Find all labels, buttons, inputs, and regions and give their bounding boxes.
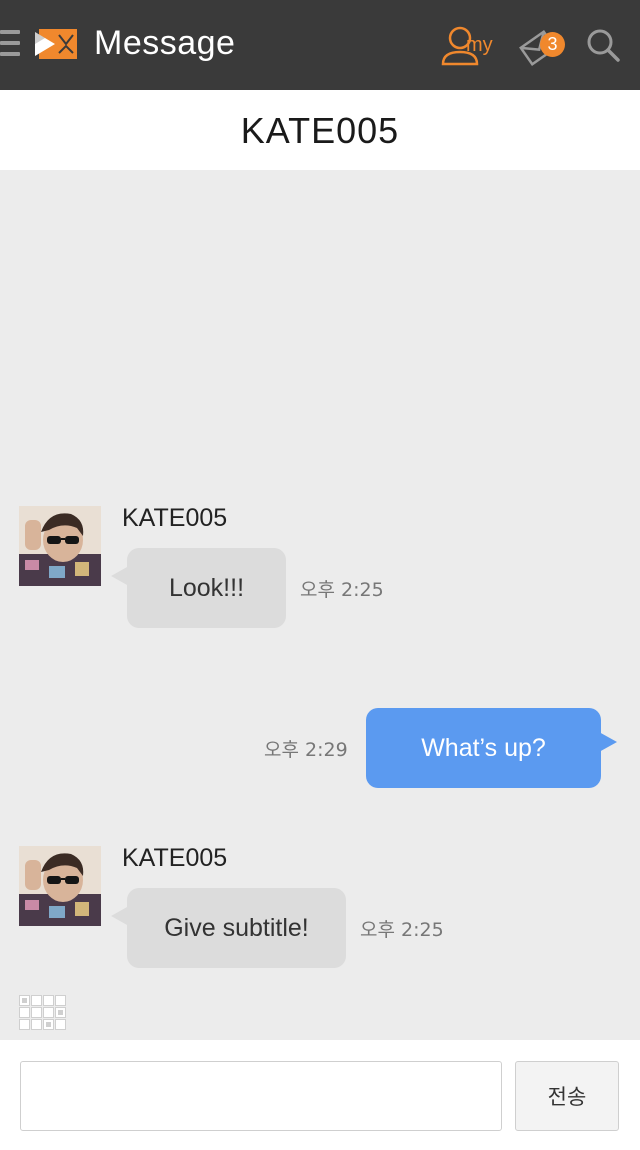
sender-name: KATE005 [122,504,228,532]
avatar-photo-icon [19,846,101,926]
emoticon-grid-icon[interactable] [19,995,67,1031]
chat-header: KATE005 [0,90,640,170]
send-button[interactable]: 전송 [515,1061,619,1131]
message-bubble-outgoing[interactable]: What’s up? [366,708,617,788]
menu-icon[interactable] [0,30,20,60]
mail-button[interactable]: 3 [518,24,568,68]
message-text: Look!!! [168,573,245,602]
search-button[interactable] [584,26,624,66]
message-text: What’s up? [421,733,546,762]
message-time: 오후 2:25 [360,919,444,941]
my-profile-button[interactable]: my [440,24,500,68]
unread-badge: 3 [540,32,565,57]
avatar-photo-icon [19,506,101,586]
avatar[interactable] [19,506,101,586]
message-input[interactable] [20,1061,502,1131]
chat-partner-name: KATE005 [240,110,400,151]
message-time: 오후 2:29 [264,739,348,761]
page-title: Message [94,24,236,62]
message-text: Give subtitle! [164,913,309,942]
avatar[interactable] [19,846,101,926]
app-logo[interactable] [33,26,79,62]
search-icon [587,29,620,62]
message-bubble-incoming[interactable]: Give subtitle! [111,888,346,968]
message-time: 오후 2:25 [300,579,384,601]
top-bar: Message my 3 [0,0,640,90]
composer-bar: 전송 [0,1040,640,1150]
message-bubble-incoming[interactable]: Look!!! [111,548,286,628]
my-label: my [466,34,493,56]
conversation-area[interactable]: KATE005 Look!!! 오후 2:25 오후 2:29 What’s u… [0,170,640,1040]
sender-name: KATE005 [122,844,228,872]
